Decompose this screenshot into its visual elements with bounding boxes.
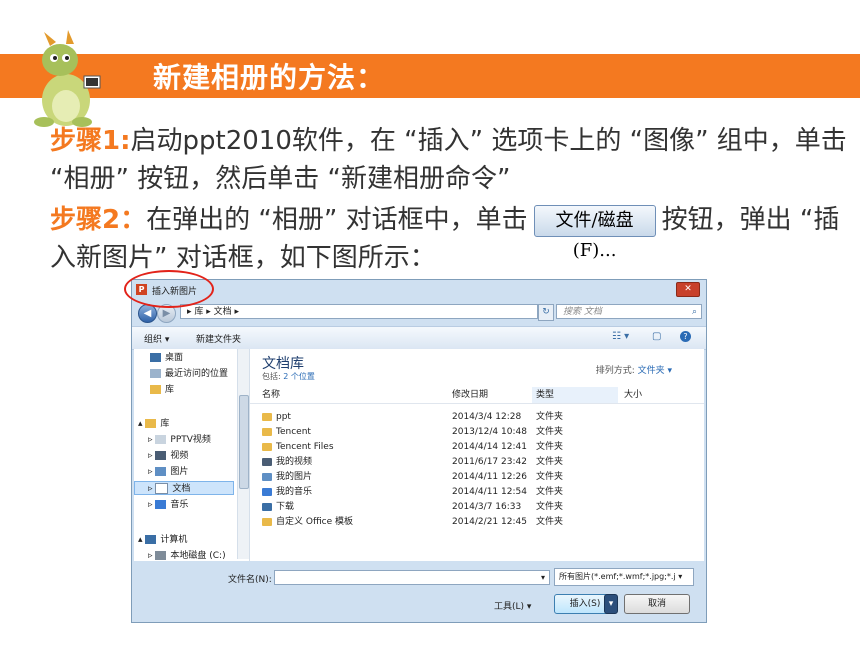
library-title: 文档库 bbox=[262, 356, 304, 372]
arrange-by-dropdown[interactable]: 文件夹 ▾ bbox=[638, 366, 672, 376]
address-row: ◀ ▶ ▸ 库 ▸ 文档 ▸ ↻ 搜索 文档 ⌕ bbox=[132, 302, 706, 324]
folder-icon bbox=[262, 412, 272, 421]
list-item[interactable]: ppt 2014/3/4 12:28 文件夹 bbox=[250, 410, 704, 425]
drive-icon bbox=[155, 551, 167, 560]
arrange-by: 排列方式: 文件夹 ▾ bbox=[595, 366, 672, 376]
close-button[interactable]: ✕ bbox=[676, 282, 700, 297]
document-icon bbox=[155, 483, 169, 494]
library-icon bbox=[145, 419, 157, 428]
music-folder-icon bbox=[262, 487, 272, 496]
file-list-pane: 文档库 包括: 2 个位置 排列方式: 文件夹 ▾ 名称 修改日期 类型 大小 … bbox=[250, 349, 704, 561]
navigation-pane: 桌面 最近访问的位置 库 ▴ 库 ▹ PPTV视频 ▹ 视频 ▹ 图片 ▹ 文档… bbox=[134, 349, 250, 561]
picture-icon bbox=[155, 467, 167, 476]
list-item[interactable]: 下载 2014/3/7 16:33 文件夹 bbox=[250, 500, 704, 515]
column-date[interactable]: 修改日期 bbox=[452, 387, 488, 403]
insert-options-icon[interactable]: ▾ bbox=[604, 594, 618, 614]
desktop-icon bbox=[150, 353, 161, 362]
list-item[interactable]: 我的图片 2014/4/11 12:26 文件夹 bbox=[250, 470, 704, 485]
refresh-icon[interactable]: ↻ bbox=[538, 304, 554, 321]
column-size[interactable]: 大小 bbox=[624, 387, 642, 403]
filetype-select[interactable]: 所有图片(*.emf;*.wmf;*.jpg;*.j ▾ bbox=[554, 568, 694, 586]
view-options-icon[interactable]: ☷ ▾ bbox=[612, 331, 629, 342]
address-bar[interactable]: ▸ 库 ▸ 文档 ▸ bbox=[180, 304, 538, 319]
picture-folder-icon bbox=[262, 472, 272, 481]
step-1-label: 步骤1: bbox=[50, 126, 131, 156]
nav-scroll-thumb[interactable] bbox=[239, 395, 249, 489]
folder-icon bbox=[262, 442, 272, 451]
list-item[interactable]: 我的音乐 2014/4/11 12:54 文件夹 bbox=[250, 485, 704, 500]
recent-places-icon bbox=[150, 369, 161, 378]
list-item[interactable]: 我的视频 2011/6/17 23:42 文件夹 bbox=[250, 455, 704, 470]
filename-dropdown-icon[interactable]: ▾ bbox=[536, 570, 550, 585]
library-icon bbox=[150, 385, 161, 394]
nav-item-music[interactable]: ▹ 音乐 bbox=[148, 498, 188, 512]
list-item[interactable]: Tencent 2013/12/4 10:48 文件夹 bbox=[250, 425, 704, 440]
nav-item-libraries[interactable]: ▴ 库 bbox=[138, 417, 169, 431]
organize-button[interactable]: 组织 ▾ bbox=[144, 332, 169, 345]
help-icon[interactable]: ? bbox=[680, 331, 691, 342]
title-banner bbox=[0, 54, 860, 98]
folder-icon bbox=[262, 517, 272, 526]
video-folder-icon bbox=[262, 457, 272, 466]
column-type[interactable]: 类型 bbox=[532, 387, 618, 403]
dragon-mascot-icon bbox=[34, 30, 101, 127]
insert-picture-dialog: P 插入新图片 ✕ ◀ ▶ ▸ 库 ▸ 文档 ▸ ↻ 搜索 文档 ⌕ 组织 ▾ 新… bbox=[131, 279, 707, 623]
search-placeholder: 搜索 文档 bbox=[563, 307, 602, 317]
search-input[interactable]: 搜索 文档 ⌕ bbox=[556, 304, 702, 319]
nav-item-recent[interactable]: 最近访问的位置 bbox=[150, 367, 228, 381]
nav-item-library-fav[interactable]: 库 bbox=[150, 383, 174, 397]
filename-input[interactable] bbox=[274, 570, 550, 585]
step-2-label: 步骤2： bbox=[50, 205, 147, 235]
column-name[interactable]: 名称 bbox=[262, 387, 280, 403]
folder-icon bbox=[262, 427, 272, 436]
step-2-text: 步骤2：在弹出的 “相册” 对话框中，单击 文件/磁盘(F)...按钮，弹出 “插… bbox=[50, 201, 850, 277]
page-title: 新建相册的方法： bbox=[153, 61, 386, 94]
new-folder-button[interactable]: 新建文件夹 bbox=[196, 332, 241, 345]
nav-scrollbar[interactable] bbox=[237, 349, 249, 559]
library-includes: 包括: 2 个位置 bbox=[262, 372, 315, 381]
step-1-body: 启动ppt2010软件，在 “插入” 选项卡上的 “图像” 组中，单击 “相册”… bbox=[50, 126, 847, 194]
step-2-body-before: 在弹出的 “相册” 对话框中，单击 bbox=[146, 205, 528, 235]
column-header-row: 名称 修改日期 类型 大小 bbox=[250, 387, 704, 404]
dialog-footer: 文件名(N): ▾ 所有图片(*.emf;*.wmf;*.jpg;*.j ▾ 工… bbox=[132, 562, 706, 622]
cancel-button[interactable]: 取消 bbox=[624, 594, 690, 614]
list-item[interactable]: 自定义 Office 模板 2014/2/21 12:45 文件夹 bbox=[250, 515, 704, 530]
video-icon bbox=[155, 451, 167, 460]
music-icon bbox=[155, 500, 167, 509]
computer-icon bbox=[145, 535, 157, 544]
search-icon: ⌕ bbox=[691, 307, 697, 317]
nav-item-desktop[interactable]: 桌面 bbox=[150, 351, 183, 365]
preview-pane-icon[interactable]: ▢ bbox=[652, 331, 661, 342]
filename-label: 文件名(N): bbox=[228, 575, 272, 585]
nav-item-computer[interactable]: ▴ 计算机 bbox=[138, 533, 187, 547]
list-item[interactable]: Tencent Files 2014/4/14 12:41 文件夹 bbox=[250, 440, 704, 455]
download-folder-icon bbox=[262, 502, 272, 511]
library-locations-link[interactable]: 2 个位置 bbox=[283, 372, 315, 381]
highlight-circle bbox=[124, 270, 214, 308]
nav-item-documents[interactable]: ▹ 文档 bbox=[134, 481, 234, 495]
file-disk-button-image: 文件/磁盘(F)... bbox=[533, 204, 656, 261]
nav-item-pictures[interactable]: ▹ 图片 bbox=[148, 465, 188, 479]
tools-dropdown[interactable]: 工具(L) ▾ bbox=[494, 599, 531, 612]
nav-item-videos[interactable]: ▹ 视频 bbox=[148, 449, 188, 463]
nav-item-pptv[interactable]: ▹ PPTV视频 bbox=[148, 433, 211, 447]
command-bar: 组织 ▾ 新建文件夹 ☷ ▾ ▢ ? bbox=[132, 326, 706, 350]
nav-item-drive-c[interactable]: ▹ 本地磁盘 (C:) bbox=[148, 549, 226, 561]
step-1-text: 步骤1:启动ppt2010软件，在 “插入” 选项卡上的 “图像” 组中，单击 … bbox=[50, 122, 850, 198]
dialog-titlebar: P 插入新图片 ✕ bbox=[132, 280, 706, 298]
library-icon bbox=[155, 435, 167, 444]
